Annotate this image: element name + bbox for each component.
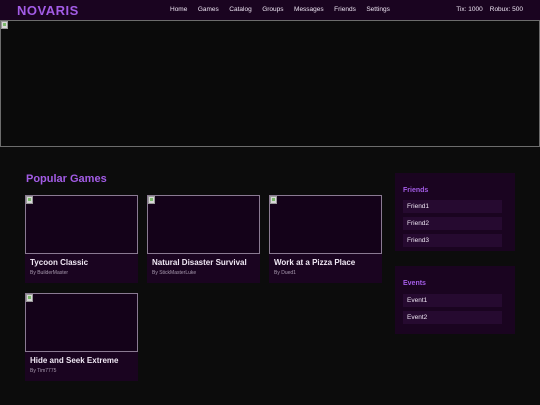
game-card[interactable]: Tycoon Classic By BuilderMaster	[25, 195, 138, 283]
game-author: By Tim7775	[30, 368, 57, 374]
hero-banner-image	[0, 20, 540, 147]
game-title[interactable]: Work at a Pizza Place	[274, 258, 355, 267]
events-panel: Events Event1 Event2	[395, 266, 515, 334]
robux-balance: Robux: 500	[489, 6, 523, 13]
friend-item[interactable]: Friend2	[403, 217, 502, 230]
game-thumbnail[interactable]	[269, 195, 382, 254]
tix-balance: Tix: 1000	[456, 6, 483, 13]
friends-heading: Friends	[403, 187, 429, 194]
game-title[interactable]: Hide and Seek Extreme	[30, 356, 118, 365]
game-author: By Dued1	[274, 270, 296, 276]
game-thumbnail[interactable]	[25, 293, 138, 352]
events-heading: Events	[403, 280, 426, 287]
friend-item[interactable]: Friend3	[403, 234, 502, 247]
nav-home[interactable]: Home	[170, 6, 187, 13]
game-title[interactable]: Natural Disaster Survival	[152, 258, 247, 267]
game-card[interactable]: Hide and Seek Extreme By Tim7775	[25, 293, 138, 381]
nav-catalog[interactable]: Catalog	[229, 6, 251, 13]
site-logo[interactable]: NOVARIS	[17, 3, 79, 18]
game-card[interactable]: Work at a Pizza Place By Dued1	[269, 195, 382, 283]
nav-messages[interactable]: Messages	[294, 6, 324, 13]
broken-image-icon	[148, 196, 155, 204]
game-thumbnail[interactable]	[147, 195, 260, 254]
main-nav: Home Games Catalog Groups Messages Frien…	[170, 6, 400, 13]
event-item[interactable]: Event2	[403, 311, 502, 324]
currency-display: Tix: 1000 Robux: 500	[449, 6, 523, 13]
top-navbar: NOVARIS Home Games Catalog Groups Messag…	[0, 0, 540, 20]
nav-friends[interactable]: Friends	[334, 6, 356, 13]
game-thumbnail[interactable]	[25, 195, 138, 254]
nav-settings[interactable]: Settings	[366, 6, 390, 13]
event-item[interactable]: Event1	[403, 294, 502, 307]
game-author: By BuilderMaster	[30, 270, 69, 276]
broken-image-icon	[270, 196, 277, 204]
friends-panel: Friends Friend1 Friend2 Friend3	[395, 173, 515, 251]
nav-games[interactable]: Games	[198, 6, 219, 13]
broken-image-icon	[1, 21, 8, 29]
game-author: By StickMasterLuke	[152, 270, 197, 276]
game-card[interactable]: Natural Disaster Survival By StickMaster…	[147, 195, 260, 283]
broken-image-icon	[26, 294, 33, 302]
popular-games-heading: Popular Games	[26, 173, 107, 185]
game-title[interactable]: Tycoon Classic	[30, 258, 88, 267]
friend-item[interactable]: Friend1	[403, 200, 502, 213]
nav-groups[interactable]: Groups	[262, 6, 283, 13]
broken-image-icon	[26, 196, 33, 204]
